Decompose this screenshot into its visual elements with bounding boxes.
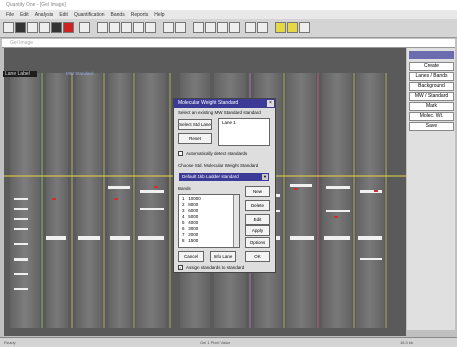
- help-icon[interactable]: [299, 22, 310, 33]
- delete-button[interactable]: Delete: [245, 200, 270, 211]
- dialog-prompt: Select an existing MW Standard standard: [178, 110, 261, 115]
- histogram-icon[interactable]: [245, 22, 256, 33]
- new-button[interactable]: New: [245, 186, 270, 197]
- open-icon[interactable]: [15, 22, 26, 33]
- assign-standard-checkbox[interactable]: ✓: [178, 265, 183, 270]
- cancel-button[interactable]: Cancel: [178, 251, 204, 262]
- status-middle: Gel 1 Pixel Value: [200, 340, 231, 345]
- assign-standard-label: Assign standards to standard: [186, 265, 245, 270]
- table-icon[interactable]: [205, 22, 216, 33]
- menu-edit-2[interactable]: Edit: [59, 12, 68, 18]
- menu-reports[interactable]: Reports: [131, 12, 149, 18]
- chevron-down-icon[interactable]: ▼: [262, 174, 268, 180]
- stop-icon[interactable]: [63, 22, 74, 33]
- create-button[interactable]: Create: [409, 62, 454, 71]
- menu-file[interactable]: File: [6, 12, 14, 18]
- lane-label-tag: Lane Label: [3, 71, 37, 77]
- bands-label: Bands: [178, 186, 191, 191]
- zoom-icon[interactable]: [51, 22, 62, 33]
- list-scrollbar[interactable]: [233, 195, 239, 247]
- options-button[interactable]: Options: [245, 237, 270, 248]
- print-icon[interactable]: [39, 22, 50, 33]
- status-left: Ready: [4, 340, 16, 345]
- mw-standard-dialog: Molecular Weight Standard × Select an ex…: [173, 98, 276, 273]
- grab-icon[interactable]: [79, 22, 90, 33]
- toolbar: [0, 19, 457, 38]
- side-panel-header: [409, 51, 454, 59]
- close-icon[interactable]: ×: [267, 100, 274, 107]
- info-lane-button[interactable]: Info Lane: [210, 251, 236, 262]
- list-item[interactable]: 8 1500: [182, 238, 198, 244]
- save-icon[interactable]: [27, 22, 38, 33]
- window-title-bar: Quantity One - [Gel Image]: [0, 0, 457, 10]
- pen-icon[interactable]: [145, 22, 156, 33]
- std-lane-value: Lane 1: [222, 120, 236, 125]
- document-title-bar: Gel Image: [2, 39, 455, 48]
- background-button[interactable]: Background: [409, 82, 454, 91]
- report-icon[interactable]: [229, 22, 240, 33]
- auto-detect-checkbox[interactable]: [178, 151, 183, 156]
- grid-icon[interactable]: [193, 22, 204, 33]
- lanes-bands-button[interactable]: Lanes / Bands: [409, 72, 454, 81]
- standard-select[interactable]: Default 1kb Ladder standard ▼: [179, 173, 269, 181]
- choose-standard-label: Choose Std. Molecular Weight Standard: [178, 163, 259, 168]
- text-icon[interactable]: [163, 22, 174, 33]
- edit-button[interactable]: Edit: [245, 214, 270, 225]
- overlay-icon[interactable]: [257, 22, 268, 33]
- menu-bar: File Edit Analysis Edit Quantification B…: [0, 10, 457, 19]
- menu-quantification[interactable]: Quantification: [74, 12, 105, 18]
- menu-analysis[interactable]: Analysis: [35, 12, 54, 18]
- arrow-icon[interactable]: [175, 22, 186, 33]
- menu-help[interactable]: Help: [154, 12, 164, 18]
- select-std-lane-button[interactable]: Select Std Lane: [178, 119, 212, 130]
- apply-button[interactable]: Apply: [245, 225, 270, 236]
- mw-standard-tag: MW Standard: [66, 71, 94, 76]
- std-lane-box[interactable]: Lane 1: [218, 118, 270, 146]
- band-icon[interactable]: [109, 22, 120, 33]
- mw-standard-button[interactable]: MW / Standard: [409, 92, 454, 101]
- document-title: Gel Image: [10, 40, 34, 46]
- bands-list[interactable]: 1 10000 2 8000 3 6000 4 5000 5 4000 6 30…: [178, 194, 240, 248]
- lane-icon[interactable]: [97, 22, 108, 33]
- molec-wt-button[interactable]: Molec. Wt.: [409, 112, 454, 121]
- menu-bands[interactable]: Bands: [111, 12, 125, 18]
- auto-detect-label: Automatically detect standards: [186, 151, 248, 156]
- zoom-out-icon[interactable]: [133, 22, 144, 33]
- highlight-icon[interactable]: [275, 22, 286, 33]
- mark-icon[interactable]: [287, 22, 298, 33]
- selected-standard: Default 1kb Ladder standard: [182, 174, 239, 179]
- zoom-in-icon[interactable]: [121, 22, 132, 33]
- ok-button[interactable]: OK: [245, 251, 270, 262]
- reset-button[interactable]: Reset: [178, 133, 212, 144]
- new-icon[interactable]: [3, 22, 14, 33]
- graph-icon[interactable]: [217, 22, 228, 33]
- menu-edit[interactable]: Edit: [20, 12, 29, 18]
- save-button[interactable]: Save: [409, 122, 454, 131]
- dialog-title: Molecular Weight Standard: [174, 99, 275, 108]
- status-right: 18.3 kb: [400, 340, 414, 345]
- window-title: Quantity One - [Gel Image]: [6, 2, 66, 8]
- mark-button[interactable]: Mark: [409, 102, 454, 111]
